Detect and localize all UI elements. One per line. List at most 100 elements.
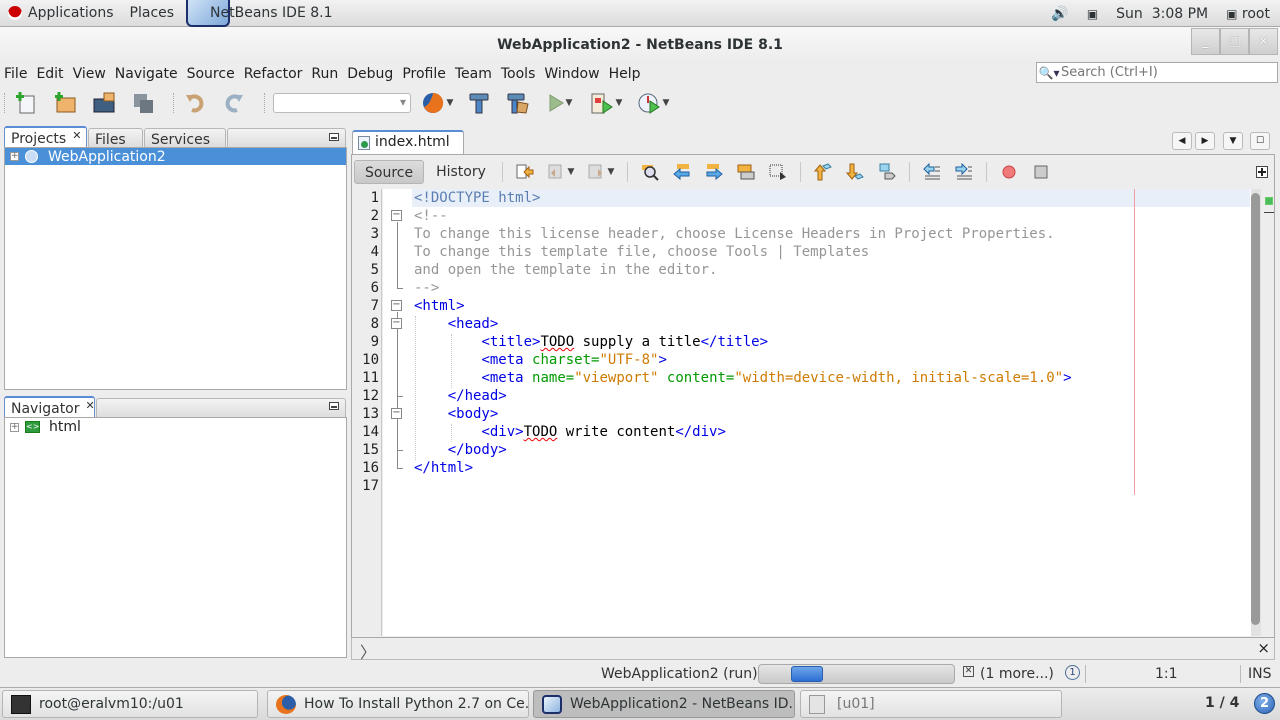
task-progress-bar[interactable] — [758, 664, 955, 684]
code-line[interactable]: and open the template in the editor. — [414, 261, 717, 279]
scroll-tabs-right-button[interactable]: ▶ — [1195, 132, 1215, 150]
taskbar-item-file-manager[interactable]: [u01] — [800, 690, 1062, 718]
find-next-button[interactable] — [698, 160, 730, 184]
code-line[interactable]: To change this template file, choose Too… — [414, 243, 869, 261]
more-tasks-link[interactable]: (1 more...) — [980, 666, 1054, 682]
fold-collapse-icon[interactable]: − — [391, 408, 402, 419]
shift-left-button[interactable] — [916, 160, 948, 184]
tree-node-html[interactable]: + <> html — [5, 418, 346, 436]
last-edit-button[interactable] — [509, 160, 541, 184]
fold-collapse-icon[interactable]: − — [391, 300, 402, 311]
clock[interactable]: Sun 3:08 PM — [1116, 6, 1208, 22]
tree-node-webapplication2[interactable]: + WebApplication2 — [5, 148, 346, 165]
code-line[interactable]: --> — [414, 279, 439, 297]
history-tab-button[interactable]: History — [426, 160, 496, 184]
debug-button[interactable]: ▼ — [587, 90, 625, 116]
active-app-label[interactable]: NetBeans IDE 8.1 — [210, 5, 332, 21]
search-icon[interactable]: 🔍▾ — [1037, 66, 1061, 80]
menu-refactor[interactable]: Refactor — [240, 63, 308, 85]
find-previous-button[interactable] — [666, 160, 698, 184]
close-output-icon[interactable]: × — [1257, 639, 1270, 657]
search-input[interactable] — [1061, 65, 1261, 80]
tab-services[interactable]: Services — [144, 128, 226, 148]
code-line[interactable]: To change this license header, choose Li… — [414, 225, 1055, 243]
scrollbar-thumb[interactable] — [1251, 193, 1260, 625]
code-line[interactable]: <!-- — [414, 207, 448, 225]
stop-macro-recording-button[interactable] — [1025, 160, 1057, 184]
profile-button[interactable]: ▼ — [634, 90, 672, 116]
source-tab-button[interactable]: Source — [354, 160, 425, 184]
fold-collapse-icon[interactable]: − — [391, 318, 402, 329]
menu-help[interactable]: Help — [605, 63, 646, 85]
running-task-label[interactable]: WebApplication2 (run) — [601, 666, 758, 682]
run-button[interactable]: ▼ — [542, 90, 578, 116]
expand-icon[interactable]: + — [10, 422, 19, 432]
minimize-panel-button[interactable] — [329, 133, 339, 141]
menu-edit[interactable]: Edit — [32, 63, 68, 85]
menu-window[interactable]: Window — [540, 63, 604, 85]
save-all-button[interactable] — [128, 90, 158, 116]
split-editor-button[interactable] — [1252, 160, 1272, 184]
menu-team[interactable]: Team — [451, 63, 497, 85]
taskbar-item-netbeans[interactable]: WebApplication2 - NetBeans ID... — [533, 690, 795, 718]
tab-files[interactable]: Files — [88, 128, 143, 148]
expand-icon[interactable]: + — [10, 152, 19, 161]
menu-tools[interactable]: Tools — [497, 63, 541, 85]
applications-menu[interactable]: Applications — [0, 5, 122, 21]
taskbar-item-firefox[interactable]: How To Install Python 2.7 on Ce... — [267, 690, 529, 718]
menu-profile[interactable]: Profile — [398, 63, 451, 85]
new-project-button[interactable] — [50, 90, 80, 116]
code-line[interactable]: <meta name="viewport" content="width=dev… — [414, 369, 1071, 387]
show-open-documents-button[interactable]: ▼ — [1223, 132, 1243, 150]
menu-debug[interactable]: Debug — [343, 63, 398, 85]
next-bookmark-button[interactable] — [839, 160, 871, 184]
code-line[interactable]: </head> — [414, 387, 507, 405]
menu-file[interactable]: File — [0, 63, 32, 85]
build-button[interactable] — [464, 90, 494, 116]
back-button[interactable]: ▼ — [541, 160, 581, 184]
error-stripe-ok-icon[interactable] — [1265, 197, 1273, 205]
shift-right-button[interactable] — [948, 160, 980, 184]
tab-navigator[interactable]: Navigator ✕ — [4, 396, 95, 418]
menu-view[interactable]: View — [69, 63, 111, 85]
maximize-editor-button[interactable]: ☐ — [1250, 132, 1270, 150]
notifications-balloon-icon[interactable]: 1 — [1065, 665, 1080, 680]
insert-mode[interactable]: INS — [1248, 666, 1272, 682]
forward-button[interactable]: ▼ — [581, 160, 621, 184]
fold-collapse-icon[interactable]: − — [391, 210, 402, 221]
code-line[interactable]: </body> — [414, 441, 507, 459]
previous-bookmark-button[interactable] — [807, 160, 839, 184]
minimize-button[interactable]: _ — [1191, 28, 1220, 55]
cancel-task-icon[interactable]: ✕ — [963, 666, 974, 677]
places-menu[interactable]: Places — [122, 5, 183, 21]
close-button[interactable]: × — [1249, 28, 1278, 55]
new-file-button[interactable] — [11, 90, 41, 116]
code-line[interactable]: <html> — [414, 297, 465, 315]
expand-output-icon[interactable]: 〉 — [360, 639, 376, 663]
code-line[interactable]: <title>TODO supply a title</title> — [414, 333, 768, 351]
redo-button[interactable] — [219, 90, 249, 116]
configuration-select[interactable] — [273, 93, 411, 113]
volume-icon[interactable]: 🔊 — [1051, 6, 1068, 22]
browser-select-button[interactable]: ▼ — [419, 90, 455, 116]
code-line[interactable]: <div>TODO write content</div> — [414, 423, 725, 441]
workspace-indicator[interactable]: 1 / 4 — [1205, 695, 1239, 711]
menu-source[interactable]: Source — [183, 63, 240, 85]
scroll-tabs-left-button[interactable]: ◀ — [1172, 132, 1192, 150]
close-tab-icon[interactable]: ✕ — [72, 129, 81, 142]
code-line[interactable]: <body> — [414, 405, 499, 423]
minimize-panel-button[interactable] — [329, 402, 339, 410]
network-icon[interactable]: ▣ — [1087, 7, 1098, 21]
toggle-highlight-button[interactable] — [730, 160, 762, 184]
editor-tab-index-html[interactable]: index.html × — [352, 130, 464, 170]
code-line[interactable]: </html> — [414, 459, 473, 477]
code-line[interactable]: <head> — [414, 315, 499, 333]
toggle-bookmark-button[interactable] — [871, 160, 903, 184]
maximize-button[interactable]: □ — [1220, 28, 1249, 55]
message-tray-badge[interactable]: 2 — [1254, 693, 1275, 714]
menu-run[interactable]: Run — [307, 63, 343, 85]
clean-build-button[interactable] — [503, 90, 533, 116]
open-project-button[interactable] — [89, 90, 119, 116]
user-menu[interactable]: ▣ root — [1226, 6, 1270, 22]
undo-button[interactable] — [180, 90, 210, 116]
